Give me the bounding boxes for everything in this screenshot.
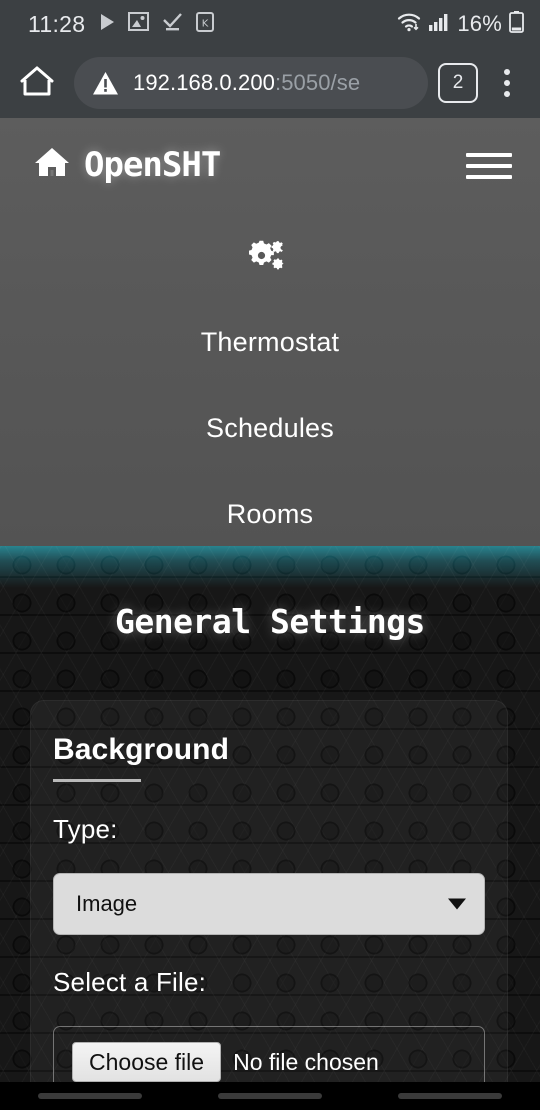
app-logo[interactable]: OpenSHT — [34, 145, 221, 187]
status-right-icons: 16% — [397, 10, 524, 38]
back-pill[interactable] — [398, 1093, 502, 1099]
section-heading-background: Background — [53, 733, 230, 766]
address-bar-url: 192.168.0.200:5050/se — [133, 70, 360, 96]
phone-screen: 11:28 K 16% 192.168.0.200:5050/se 2 Open… — [0, 0, 540, 1110]
status-clock: 11:28 — [28, 10, 86, 37]
brand-row: OpenSHT — [0, 118, 540, 214]
nav-item-schedules[interactable]: Schedules — [0, 399, 540, 458]
address-bar[interactable]: 192.168.0.200:5050/se — [74, 57, 428, 109]
file-status-text: No file chosen — [233, 1048, 379, 1075]
gears-icon — [248, 238, 291, 283]
battery-icon — [509, 10, 524, 38]
url-host: 192.168.0.200 — [133, 70, 275, 95]
section-icon-wrap — [0, 238, 540, 283]
choose-file-button[interactable]: Choose file — [72, 1041, 222, 1083]
download-complete-icon — [162, 12, 183, 36]
chevron-down-icon — [448, 898, 466, 910]
play-icon — [99, 13, 115, 36]
page-content: General Settings Background Type: Image … — [0, 546, 540, 1110]
svg-text:K: K — [202, 18, 209, 29]
label-select-a-file: Select a File: — [53, 967, 207, 997]
system-navigation-bar — [0, 1082, 540, 1110]
accent-glow-divider — [0, 546, 540, 588]
wifi-download-icon — [397, 12, 421, 37]
house-icon — [34, 146, 70, 187]
image-icon — [128, 12, 150, 36]
app-title: OpenSHT — [84, 145, 221, 185]
app-header: OpenSHT Thermostat Schedules Rooms — [0, 118, 540, 546]
cellular-signal-icon — [428, 12, 450, 37]
sim-k-icon: K — [196, 11, 215, 37]
label-type: Type: — [53, 814, 118, 844]
warning-triangle-icon — [92, 71, 119, 96]
url-path: :5050/se — [275, 70, 361, 95]
status-bar: 11:28 K 16% — [0, 0, 540, 48]
main-nav: Thermostat Schedules Rooms — [0, 313, 540, 544]
nav-item-rooms[interactable]: Rooms — [0, 485, 540, 544]
page-title: General Settings — [115, 602, 425, 641]
section-underline — [53, 779, 141, 782]
background-type-value: Image — [76, 891, 138, 916]
nav-item-thermostat[interactable]: Thermostat — [0, 313, 540, 372]
battery-percent: 16% — [457, 11, 502, 36]
browser-toolbar: 192.168.0.200:5050/se 2 — [0, 48, 540, 118]
settings-panel: Background Type: Image Select a File: Ch… — [30, 700, 508, 1110]
status-left-icons: K — [99, 11, 215, 37]
tab-switcher-button[interactable]: 2 — [438, 63, 478, 103]
kebab-menu-icon[interactable] — [488, 61, 526, 105]
browser-home-button[interactable] — [14, 60, 60, 106]
background-type-select[interactable]: Image — [53, 873, 485, 935]
home-icon — [20, 65, 54, 102]
home-pill[interactable] — [218, 1093, 322, 1099]
recents-pill[interactable] — [38, 1093, 142, 1099]
hamburger-menu-icon[interactable] — [466, 153, 512, 179]
